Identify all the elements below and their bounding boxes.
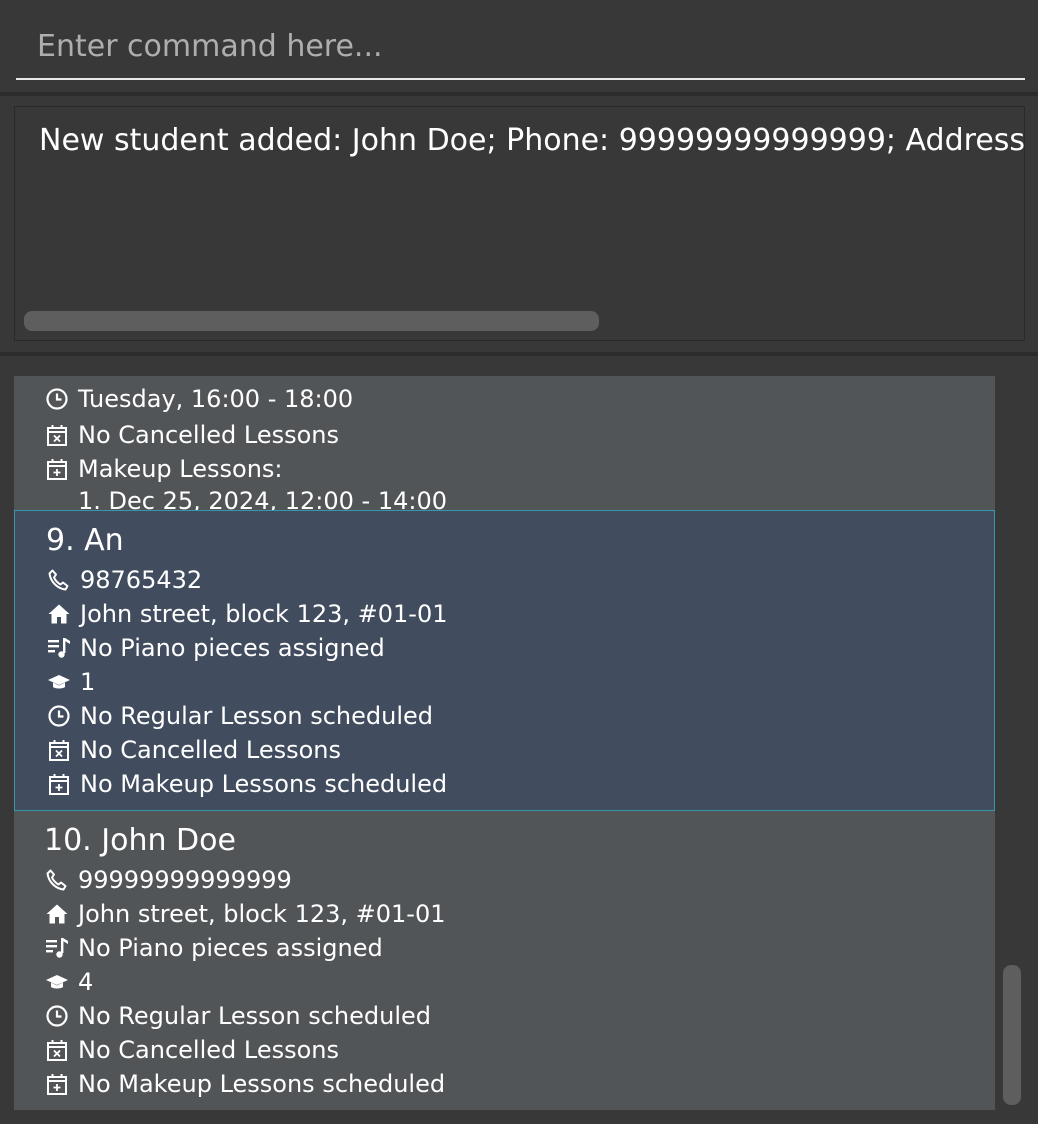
- music-list-icon: [44, 935, 70, 961]
- regular-lesson-text: No Regular Lesson scheduled: [80, 702, 433, 730]
- piano-pieces-row: No Piano pieces assigned: [44, 931, 383, 965]
- makeup-lessons-row: Makeup Lessons:: [44, 452, 283, 486]
- address-row: John street, block 123, #01-01: [44, 897, 446, 931]
- student-name: 9. An: [46, 523, 124, 558]
- result-text-area[interactable]: New student added: John Doe; Phone: 9999…: [14, 106, 1025, 341]
- horizontal-scrollbar-thumb[interactable]: [24, 311, 599, 331]
- clock-icon: [46, 703, 72, 729]
- command-box: [0, 0, 1038, 92]
- grade-text: 4: [78, 968, 94, 996]
- calendar-cancel-icon: [44, 1037, 70, 1063]
- calendar-cancel-icon: [46, 737, 72, 763]
- makeup-lessons-label: Makeup Lessons:: [78, 455, 283, 483]
- phone-text: 99999999999999: [78, 866, 292, 894]
- makeup-lessons-text: No Makeup Lessons scheduled: [78, 1070, 446, 1098]
- regular-lesson-row: Tuesday, 16:00 - 18:00: [44, 382, 353, 416]
- student-list[interactable]: Tuesday, 16:00 - 18:00 No Cancelled Less…: [14, 376, 995, 1110]
- cancelled-lessons-row: No Cancelled Lessons: [46, 733, 341, 767]
- vertical-scrollbar-thumb[interactable]: [1003, 965, 1021, 1105]
- music-list-icon: [46, 635, 72, 661]
- command-input[interactable]: [16, 14, 1025, 80]
- phone-row: 99999999999999: [44, 863, 292, 897]
- home-icon: [46, 601, 72, 627]
- regular-lesson-text: No Regular Lesson scheduled: [78, 1002, 431, 1030]
- calendar-plus-icon: [44, 456, 70, 482]
- regular-lesson-text: Tuesday, 16:00 - 18:00: [78, 385, 354, 413]
- phone-row: 98765432: [46, 563, 202, 597]
- graduation-cap-icon: [44, 969, 70, 995]
- home-icon: [44, 901, 70, 927]
- grade-text: 1: [80, 668, 96, 696]
- grade-row: 4: [44, 965, 93, 999]
- clock-icon: [44, 386, 70, 412]
- cancelled-lessons-text: No Cancelled Lessons: [80, 736, 341, 764]
- makeup-lessons-row: No Makeup Lessons scheduled: [46, 767, 447, 801]
- grade-row: 1: [46, 665, 95, 699]
- app-window: New student added: John Doe; Phone: 9999…: [0, 0, 1038, 1124]
- regular-lesson-row: No Regular Lesson scheduled: [44, 999, 431, 1033]
- phone-icon: [46, 567, 72, 593]
- clock-icon: [44, 1003, 70, 1029]
- student-card[interactable]: Tuesday, 16:00 - 18:00 No Cancelled Less…: [14, 376, 995, 515]
- student-list-panel: Tuesday, 16:00 - 18:00 No Cancelled Less…: [0, 356, 1038, 1124]
- regular-lesson-row: No Regular Lesson scheduled: [46, 699, 433, 733]
- student-card-selected[interactable]: 9. An 98765432 John street, block 123, #…: [14, 510, 995, 811]
- cancelled-lessons-row: No Cancelled Lessons: [44, 1033, 339, 1067]
- piano-pieces-text: No Piano pieces assigned: [80, 634, 385, 662]
- graduation-cap-icon: [46, 669, 72, 695]
- cancelled-lessons-row: No Cancelled Lessons: [44, 418, 339, 452]
- piano-pieces-row: No Piano pieces assigned: [46, 631, 385, 665]
- result-message: New student added: John Doe; Phone: 9999…: [39, 123, 1025, 158]
- student-card[interactable]: 10. John Doe 99999999999999 John street,…: [14, 811, 995, 1110]
- phone-text: 98765432: [80, 566, 203, 594]
- calendar-plus-icon: [46, 771, 72, 797]
- address-text: John street, block 123, #01-01: [78, 900, 446, 928]
- cancelled-lessons-text: No Cancelled Lessons: [78, 421, 339, 449]
- makeup-lessons-text: No Makeup Lessons scheduled: [80, 770, 448, 798]
- calendar-plus-icon: [44, 1071, 70, 1097]
- cancelled-lessons-text: No Cancelled Lessons: [78, 1036, 339, 1064]
- makeup-lessons-row: No Makeup Lessons scheduled: [44, 1067, 445, 1101]
- result-display: New student added: John Doe; Phone: 9999…: [0, 96, 1038, 352]
- address-row: John street, block 123, #01-01: [46, 597, 448, 631]
- piano-pieces-text: No Piano pieces assigned: [78, 934, 383, 962]
- phone-icon: [44, 867, 70, 893]
- address-text: John street, block 123, #01-01: [80, 600, 448, 628]
- calendar-cancel-icon: [44, 422, 70, 448]
- student-name: 10. John Doe: [44, 823, 236, 858]
